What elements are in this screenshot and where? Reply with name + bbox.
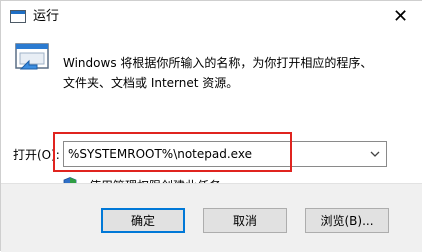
description-line-2: 文件夹、文档或 Internet 资源。 [63, 76, 239, 90]
title-bar[interactable]: 运行 ✕ [1, 1, 422, 33]
run-window-icon [10, 10, 26, 23]
open-label: 打开(O): [13, 148, 60, 162]
close-icon: ✕ [392, 6, 409, 27]
description-text: Windows 将根据你所输入的名称，为你打开相应的程序、 文件夹、文档或 In… [63, 53, 393, 93]
browse-button[interactable]: 浏览(B)... [305, 208, 389, 233]
dialog-content: Windows 将根据你所输入的名称，为你打开相应的程序、 文件夹、文档或 In… [1, 33, 422, 193]
description-line-1: Windows 将根据你所输入的名称，为你打开相应的程序、 [63, 56, 373, 70]
window-title: 运行 [33, 9, 60, 24]
button-bar: 确定 取消 浏览(B)... [1, 183, 422, 252]
open-combobox[interactable] [63, 141, 387, 167]
chevron-down-icon[interactable] [368, 147, 382, 161]
open-input[interactable] [68, 142, 364, 166]
cancel-button[interactable]: 取消 [203, 208, 287, 233]
run-dialog: 运行 ✕ Windows 将根据你所输入的名称，为你打开相应的程序、 文件夹、文… [0, 0, 422, 252]
close-button[interactable]: ✕ [378, 1, 422, 33]
run-program-icon [15, 43, 49, 70]
ok-button[interactable]: 确定 [101, 208, 185, 233]
